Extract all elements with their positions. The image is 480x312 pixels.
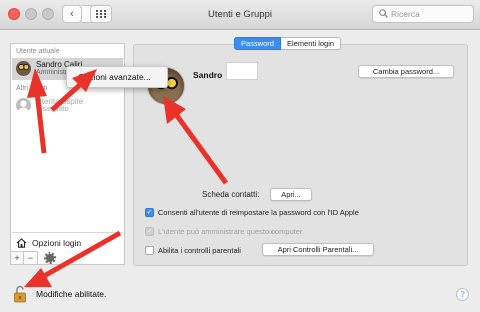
guest-user-name: Utente ospite bbox=[36, 97, 84, 106]
tab-password[interactable]: Password bbox=[234, 37, 281, 50]
reset-password-label: Consenti all'utente di reimpostare la pa… bbox=[158, 207, 359, 217]
contact-card-label: Scheda contatti: bbox=[202, 190, 260, 199]
guest-user-status: Disattivato bbox=[36, 106, 69, 113]
sidebar-item-guest-user[interactable]: Utente ospite Disattivato bbox=[12, 95, 123, 117]
context-menu: Opzioni avanzate... bbox=[66, 66, 168, 88]
house-icon bbox=[16, 237, 27, 248]
admin-label: L'utente può amministrare questo compute… bbox=[158, 226, 303, 236]
add-user-button[interactable]: + bbox=[10, 251, 24, 265]
advanced-options-menu-item[interactable]: Opzioni avanzate... bbox=[78, 72, 151, 82]
reset-password-option[interactable]: ✓ Consenti all'utente di reimpostare la … bbox=[145, 206, 359, 218]
lock-status-text: Modifiche abilitate. bbox=[36, 289, 107, 299]
admin-option: ✓ L'utente può amministrare questo compu… bbox=[145, 225, 302, 237]
name-field[interactable] bbox=[226, 62, 258, 80]
search-field[interactable]: Ricerca bbox=[372, 5, 474, 23]
tab-bar: Password Elementi login bbox=[234, 37, 342, 50]
title-bar: ‹ › Utenti e Gruppi Ricerca bbox=[0, 0, 480, 30]
login-options-label: Opzioni login bbox=[32, 237, 82, 248]
admin-checkbox: ✓ bbox=[145, 226, 154, 236]
parental-controls-checkbox[interactable] bbox=[145, 245, 154, 255]
tab-login-items[interactable]: Elementi login bbox=[280, 37, 342, 50]
search-icon bbox=[379, 9, 388, 18]
login-options-item[interactable]: Opzioni login bbox=[12, 232, 123, 252]
other-users-header: Altri utenti bbox=[16, 85, 48, 92]
change-password-button[interactable]: Cambia password... bbox=[358, 65, 454, 78]
parental-controls-option[interactable]: Abilita i controlli parentali bbox=[145, 244, 241, 256]
current-user-header: Utente attuale bbox=[16, 48, 60, 55]
avatar bbox=[16, 61, 31, 76]
guest-avatar bbox=[16, 98, 31, 113]
lock-open-icon[interactable] bbox=[13, 285, 29, 303]
remove-user-button[interactable]: − bbox=[24, 251, 38, 265]
search-placeholder: Ricerca bbox=[391, 9, 420, 19]
add-remove-controls: + − bbox=[10, 251, 38, 265]
open-contact-button[interactable]: Apri... bbox=[270, 188, 312, 201]
user-full-name: Sandro bbox=[193, 70, 223, 80]
help-icon[interactable]: ? bbox=[456, 288, 469, 301]
parental-controls-label: Abilita i controlli parentali bbox=[158, 245, 241, 255]
reset-password-checkbox[interactable]: ✓ bbox=[145, 207, 154, 217]
open-parental-controls-button[interactable]: Apri Controlli Parentali... bbox=[262, 243, 374, 256]
gear-icon[interactable] bbox=[44, 252, 56, 264]
